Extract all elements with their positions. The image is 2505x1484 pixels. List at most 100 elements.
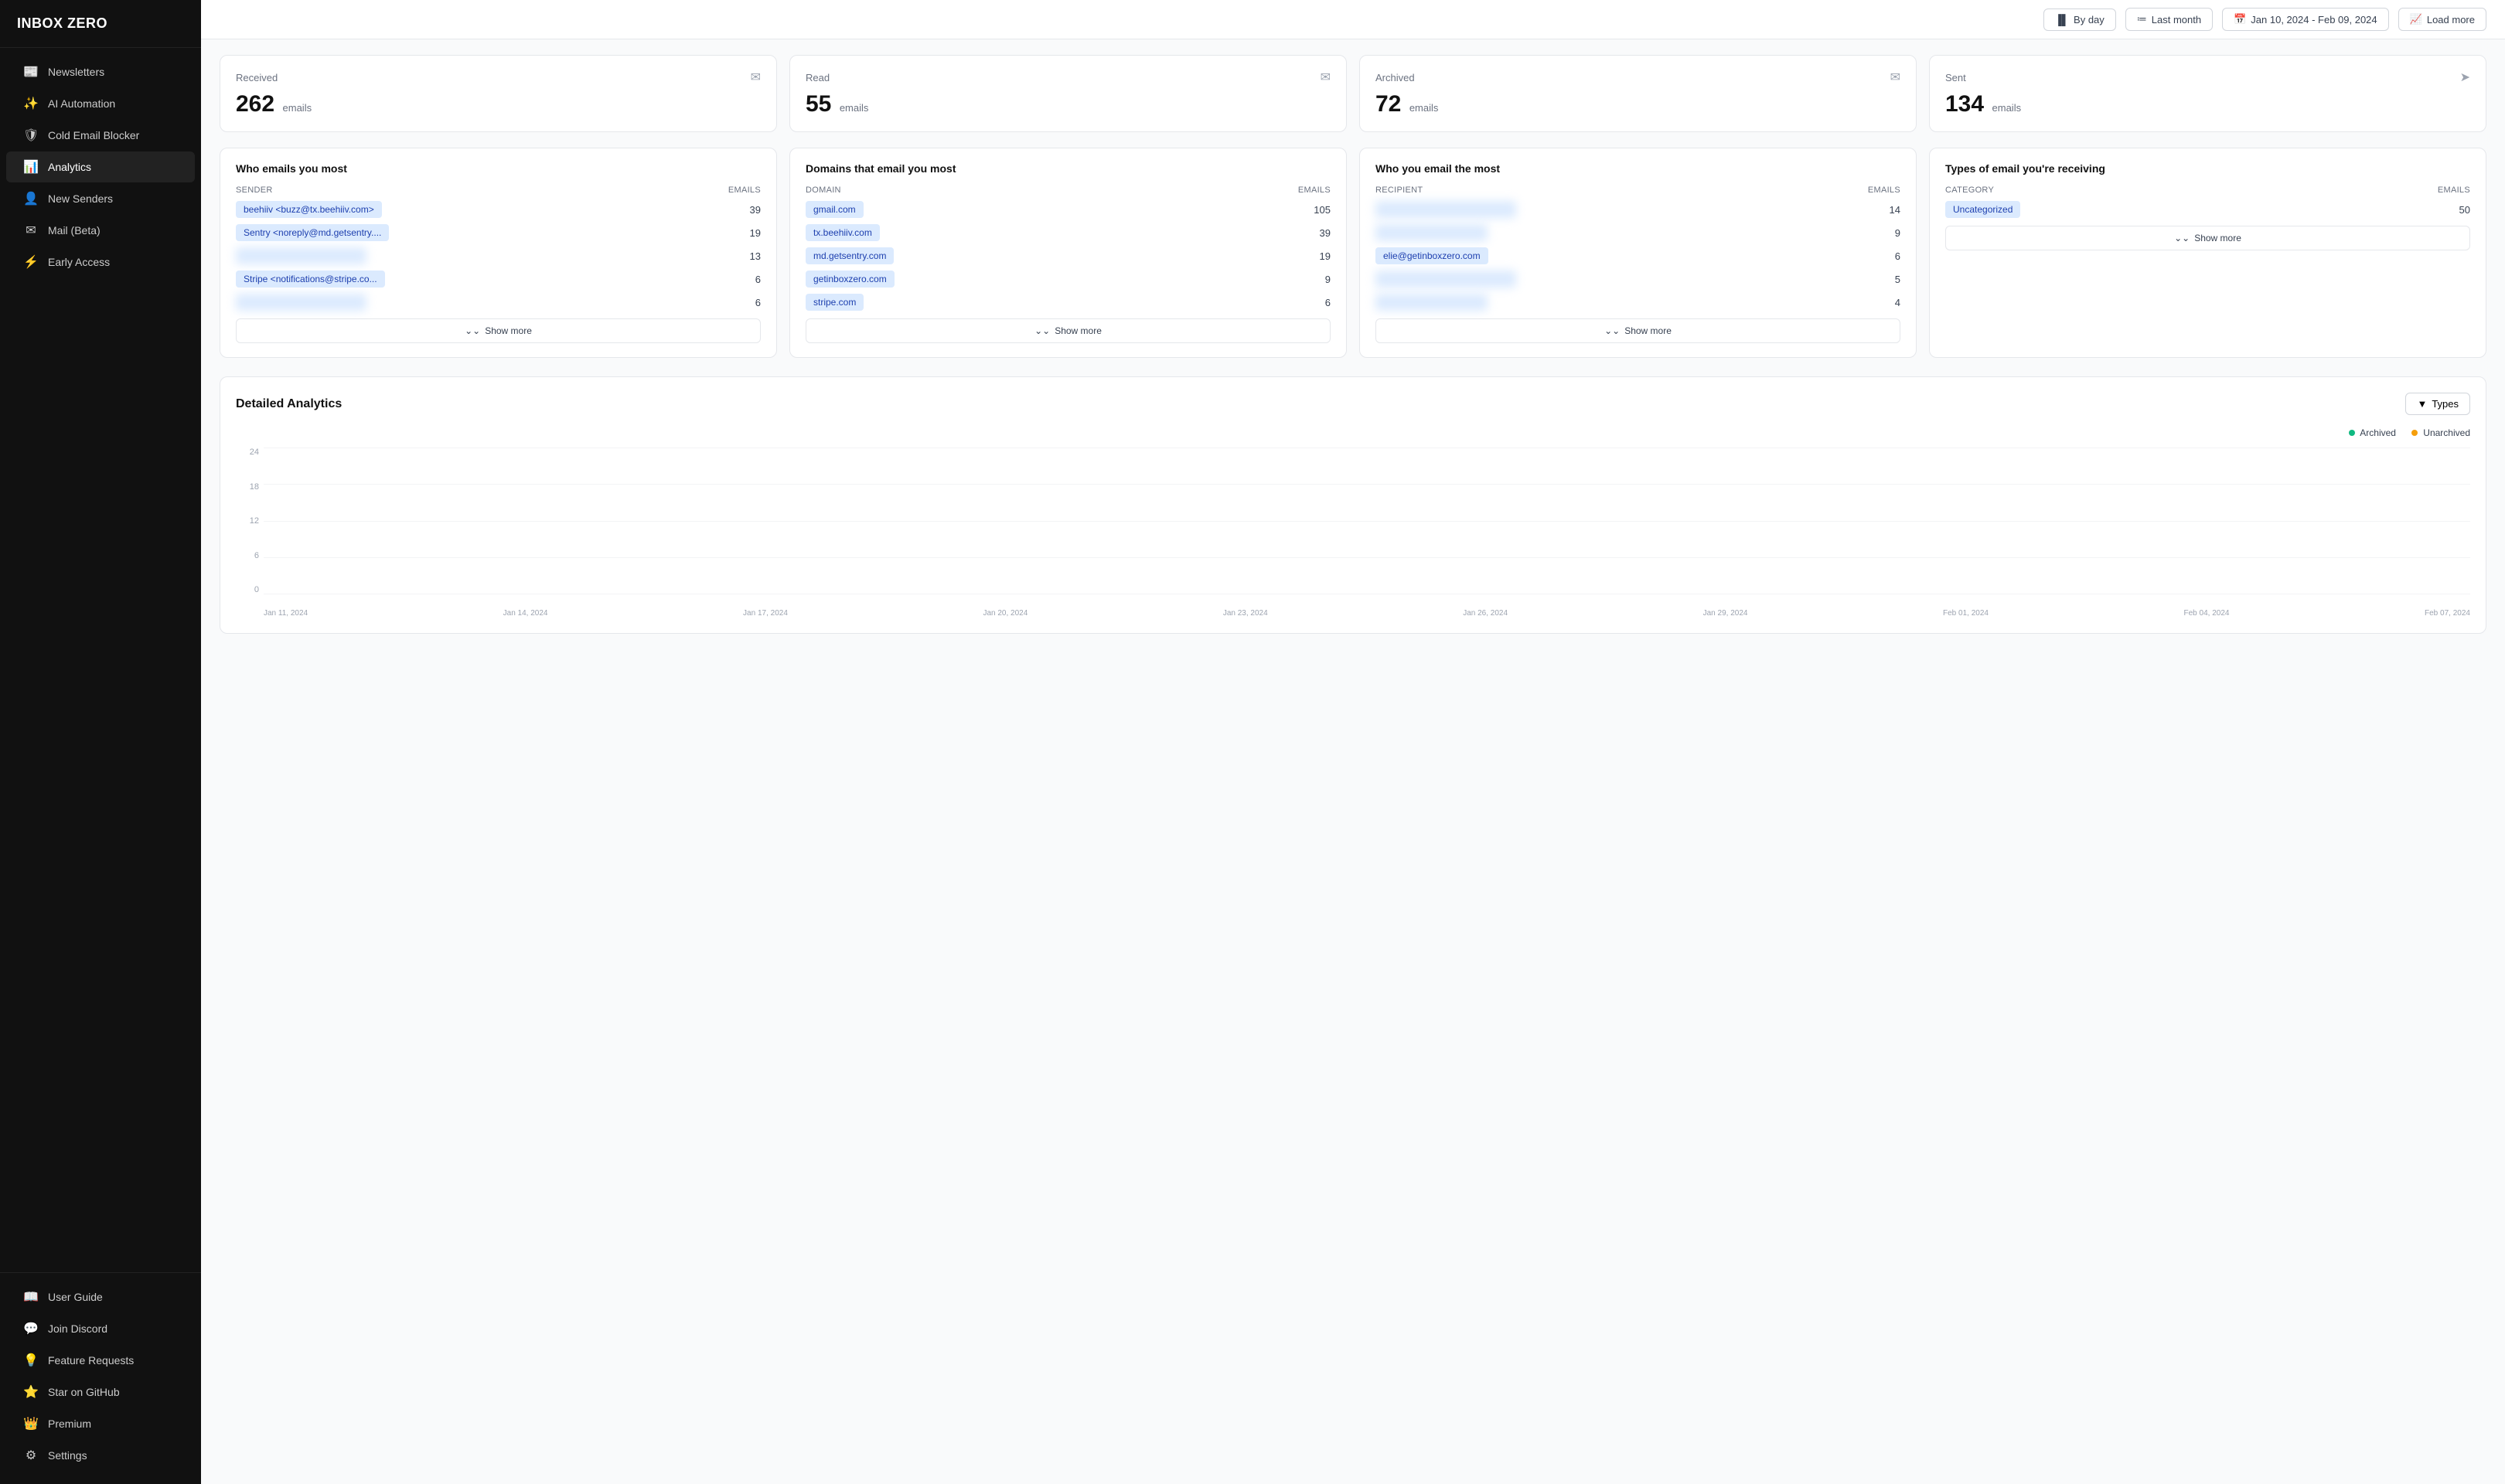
stat-number: 262 bbox=[236, 91, 274, 117]
sidebar-item-star-github[interactable]: ⭐ Star on GitHub bbox=[6, 1377, 195, 1407]
stat-unit: emails bbox=[283, 102, 312, 114]
filter-icon: ≔ bbox=[2137, 13, 2147, 26]
main-content: ▐▌ By day ≔ Last month 📅 Jan 10, 2024 - … bbox=[201, 0, 2505, 1484]
legend-unarchived: Unarchived bbox=[2411, 427, 2470, 438]
sidebar-item-label: User Guide bbox=[48, 1291, 103, 1303]
domain-label: tx.beehiiv.com bbox=[806, 224, 880, 241]
who-you-email-card: Who you email the most Recipient Emails … bbox=[1359, 148, 1917, 358]
col-recipient: Recipient bbox=[1375, 186, 1423, 195]
load-more-label: Load more bbox=[2427, 14, 2475, 26]
col-emails: Emails bbox=[1298, 186, 1331, 195]
detailed-analytics-section: Detailed Analytics ▼ Types Archived Unar… bbox=[220, 376, 2486, 634]
by-day-button[interactable]: ▐▌ By day bbox=[2043, 9, 2116, 31]
sidebar-item-analytics[interactable]: 📊 Analytics bbox=[6, 151, 195, 182]
stat-label: Archived bbox=[1375, 72, 1415, 83]
stat-sent: Sent ➤ 134 emails bbox=[1929, 55, 2486, 132]
x-label: Feb 01, 2024 bbox=[1943, 609, 1989, 618]
sender-label: beehiiv <buzz@tx.beehiiv.com> bbox=[236, 201, 382, 218]
sidebar-item-join-discord[interactable]: 💬 Join Discord bbox=[6, 1313, 195, 1344]
last-month-button[interactable]: ≔ Last month bbox=[2125, 8, 2213, 31]
stat-received: Received ✉ 262 emails bbox=[220, 55, 777, 132]
show-more-types-button[interactable]: ⌄⌄ Show more bbox=[1945, 226, 2470, 250]
x-label: Jan 11, 2024 bbox=[264, 609, 308, 618]
chart-legend: Archived Unarchived bbox=[236, 427, 2470, 438]
star-icon: ⭐ bbox=[23, 1384, 39, 1400]
x-label: Feb 04, 2024 bbox=[2184, 609, 2230, 618]
x-label: Jan 29, 2024 bbox=[1703, 609, 1748, 618]
idea-icon: 💡 bbox=[23, 1353, 39, 1368]
table-row: BLURRED SENDER NAME 6 bbox=[236, 294, 761, 311]
card-title: Who emails you most bbox=[236, 162, 761, 175]
sidebar-item-cold-email[interactable]: 🛡 Cold Email Blocker bbox=[6, 120, 195, 151]
types-filter-button[interactable]: ▼ Types bbox=[2405, 393, 2470, 415]
sidebar-item-settings[interactable]: ⚙ Settings bbox=[6, 1440, 195, 1471]
stat-label: Sent bbox=[1945, 72, 1966, 83]
stat-unit: emails bbox=[1409, 102, 1439, 114]
calendar-icon: 📅 bbox=[2234, 13, 2246, 26]
recipient-label-blurred: BLURRED RECIPIENT bbox=[1375, 224, 1488, 241]
table-row: Uncategorized 50 bbox=[1945, 201, 2470, 218]
read-icon: ✉ bbox=[1321, 70, 1331, 85]
x-label: Jan 23, 2024 bbox=[1223, 609, 1268, 618]
legend-archived: Archived bbox=[2349, 427, 2396, 438]
domain-label: getinboxzero.com bbox=[806, 271, 895, 288]
sidebar-item-new-senders[interactable]: 👤 New Senders bbox=[6, 183, 195, 214]
guide-icon: 📖 bbox=[23, 1289, 39, 1305]
sidebar-item-newsletters[interactable]: 📰 Newsletters bbox=[6, 56, 195, 87]
detailed-header: Detailed Analytics ▼ Types bbox=[236, 393, 2470, 415]
stat-number: 134 bbox=[1945, 91, 1984, 117]
email-count: 4 bbox=[1895, 297, 1900, 308]
stat-value-row: 55 emails bbox=[806, 91, 1331, 117]
chevron-down-icon: ⌄⌄ bbox=[1604, 325, 1620, 336]
sidebar-item-mail-beta[interactable]: ✉ Mail (Beta) bbox=[6, 215, 195, 246]
col-emails: Emails bbox=[728, 186, 761, 195]
email-count: 6 bbox=[755, 274, 761, 285]
page-content: Received ✉ 262 emails Read ✉ 55 emails bbox=[201, 39, 2505, 649]
email-count: 6 bbox=[1895, 250, 1900, 262]
show-more-recipients-button[interactable]: ⌄⌄ Show more bbox=[1375, 318, 1900, 343]
archive-icon: ✉ bbox=[1890, 70, 1900, 85]
bar-chart-icon: ▐▌ bbox=[2055, 14, 2069, 26]
last-month-label: Last month bbox=[2152, 14, 2201, 26]
recipient-label-blurred: BLURRED RECIPIENT NAME bbox=[1375, 201, 1516, 218]
email-count: 9 bbox=[1895, 227, 1900, 239]
table-row: beehiiv <buzz@tx.beehiiv.com> 39 bbox=[236, 201, 761, 218]
show-more-label: Show more bbox=[2194, 233, 2241, 243]
x-label: Jan 20, 2024 bbox=[983, 609, 1028, 618]
y-axis: 24 18 12 6 0 bbox=[236, 448, 259, 594]
table-row: gmail.com 105 bbox=[806, 201, 1331, 218]
email-count: 19 bbox=[750, 227, 761, 239]
show-more-senders-button[interactable]: ⌄⌄ Show more bbox=[236, 318, 761, 343]
discord-icon: 💬 bbox=[23, 1321, 39, 1336]
stat-header: Received ✉ bbox=[236, 70, 761, 85]
detailed-title: Detailed Analytics bbox=[236, 397, 342, 411]
sidebar-item-feature-requests[interactable]: 💡 Feature Requests bbox=[6, 1345, 195, 1376]
col-emails: Emails bbox=[2438, 186, 2470, 195]
legend-unarchived-label: Unarchived bbox=[2423, 427, 2470, 438]
table-row: BLURRED SENDER NAME 13 bbox=[236, 247, 761, 264]
sidebar-item-premium[interactable]: 👑 Premium bbox=[6, 1408, 195, 1439]
sender-label-blurred: BLURRED SENDER NAME bbox=[236, 247, 366, 264]
show-more-domains-button[interactable]: ⌄⌄ Show more bbox=[806, 318, 1331, 343]
stat-unit: emails bbox=[1992, 102, 2022, 114]
person-icon: 👤 bbox=[23, 191, 39, 206]
col-emails: Emails bbox=[1868, 186, 1900, 195]
table-header: Recipient Emails bbox=[1375, 186, 1900, 195]
col-category: Category bbox=[1945, 186, 1994, 195]
table-row: md.getsentry.com 19 bbox=[806, 247, 1331, 264]
date-range-button[interactable]: 📅 Jan 10, 2024 - Feb 09, 2024 bbox=[2222, 8, 2389, 31]
stat-label: Read bbox=[806, 72, 830, 83]
sidebar-item-user-guide[interactable]: 📖 User Guide bbox=[6, 1281, 195, 1312]
email-count: 19 bbox=[1320, 250, 1331, 262]
x-label: Jan 14, 2024 bbox=[503, 609, 548, 618]
stat-header: Read ✉ bbox=[806, 70, 1331, 85]
load-more-button[interactable]: 📈 Load more bbox=[2398, 8, 2486, 31]
stat-value-row: 72 emails bbox=[1375, 91, 1900, 117]
sidebar-item-ai-automation[interactable]: ✨ AI Automation bbox=[6, 88, 195, 119]
table-row: BLURRED RECIPIENT 9 bbox=[1375, 224, 1900, 241]
y-label: 6 bbox=[236, 551, 259, 560]
sidebar-item-label: Newsletters bbox=[48, 66, 104, 78]
stat-header: Archived ✉ bbox=[1375, 70, 1900, 85]
sidebar-item-early-access[interactable]: ⚡ Early Access bbox=[6, 247, 195, 277]
date-range-label: Jan 10, 2024 - Feb 09, 2024 bbox=[2251, 14, 2377, 26]
